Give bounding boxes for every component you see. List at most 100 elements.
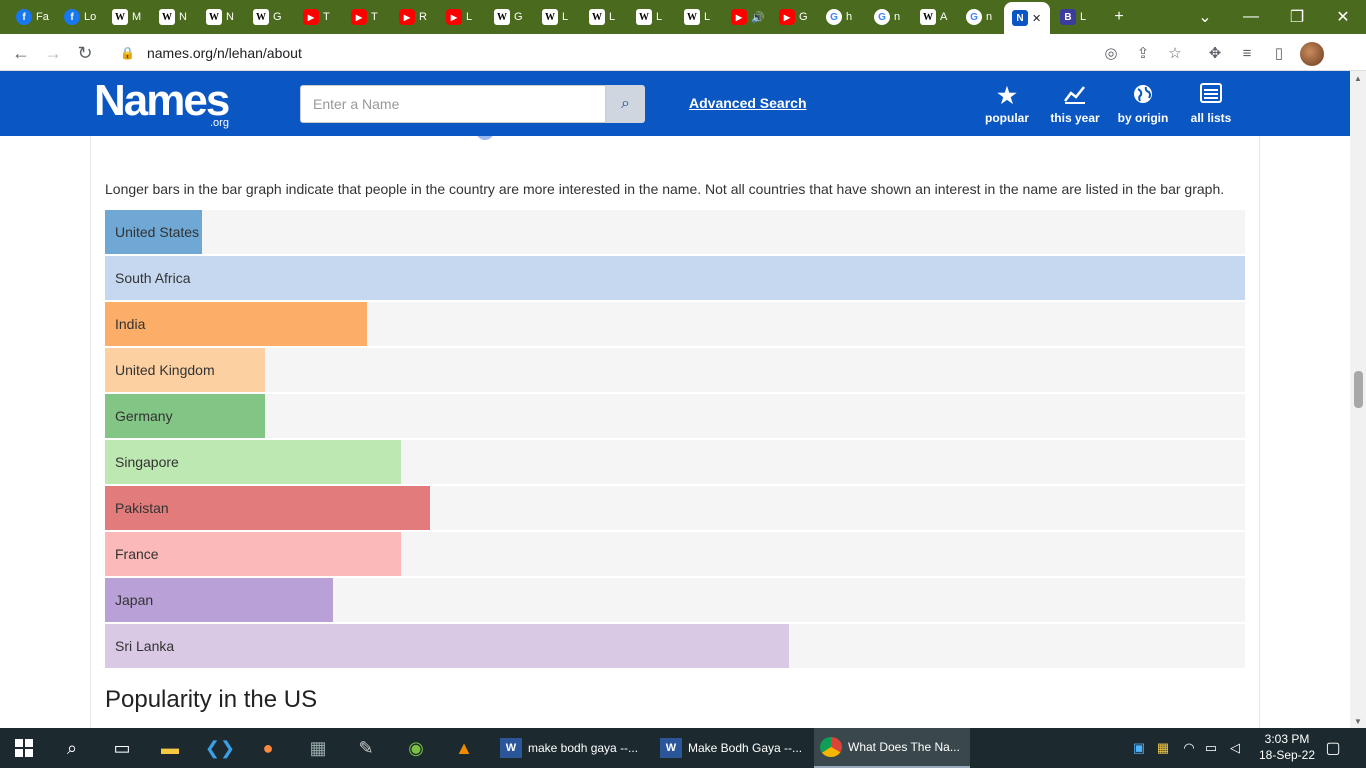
- taskbar-task-label: make bodh gaya --...: [528, 741, 639, 755]
- browser-tab[interactable]: WN: [198, 4, 244, 30]
- globe-icon: [1108, 83, 1178, 111]
- browser-tab[interactable]: WA: [912, 4, 958, 30]
- browser-tab[interactable]: WL: [581, 4, 627, 30]
- browser-tab[interactable]: f Lo: [56, 4, 102, 30]
- bar-label: Sri Lanka: [115, 638, 175, 654]
- tray-app-icon[interactable]: ▦: [1154, 738, 1172, 758]
- tray-app-icon[interactable]: ▣: [1130, 738, 1148, 758]
- names-logo[interactable]: Names: [94, 77, 230, 125]
- tab-title: T: [371, 11, 378, 23]
- wifi-icon[interactable]: ◠: [1180, 738, 1198, 758]
- browser-tab[interactable]: Gn: [866, 4, 912, 30]
- clock-date: 18-Sep-22: [1258, 748, 1316, 762]
- calculator-icon[interactable]: ▦: [298, 732, 338, 764]
- browser-tab[interactable]: BL: [1052, 4, 1098, 30]
- browser-tab[interactable]: N ✕: [1004, 2, 1050, 34]
- taskbar-task-label: Make Bodh Gaya --...: [688, 741, 803, 755]
- word-icon: W: [660, 738, 682, 758]
- share-icon[interactable]: ⇪: [1132, 42, 1154, 64]
- media-queue-icon[interactable]: ≡: [1236, 42, 1258, 64]
- name-search-input[interactable]: Enter a Name: [300, 85, 606, 123]
- bookmark-star-icon[interactable]: ☆: [1164, 42, 1186, 64]
- browser-tab[interactable]: Gn: [958, 4, 1004, 30]
- minimize-button[interactable]: —: [1228, 0, 1274, 34]
- utorrent-icon[interactable]: ◉: [396, 732, 436, 764]
- browser-tab[interactable]: WL: [628, 4, 674, 30]
- bar-row: Japan: [105, 578, 1245, 622]
- volume-icon[interactable]: ◁: [1226, 738, 1244, 758]
- browser-tab[interactable]: WM: [104, 4, 150, 30]
- forward-icon[interactable]: →: [40, 40, 66, 66]
- page-scrollbar[interactable]: ▲ ▼: [1350, 71, 1366, 728]
- chart-description: Longer bars in the bar graph indicate th…: [105, 181, 1225, 197]
- bar-label: South Africa: [115, 270, 191, 286]
- extensions-icon[interactable]: ✥: [1204, 42, 1226, 64]
- windows-start-icon[interactable]: [4, 732, 44, 764]
- restore-button[interactable]: ❐: [1274, 0, 1320, 34]
- address-bar[interactable]: 🔒 names.org/n/lehan/about: [108, 38, 1198, 67]
- close-window-button[interactable]: ✕: [1320, 0, 1366, 34]
- browser-tab[interactable]: WG: [245, 4, 291, 30]
- eye-off-icon[interactable]: ◎: [1100, 42, 1122, 64]
- youtube-icon: ▶: [446, 9, 462, 25]
- tab-title: n: [894, 11, 901, 23]
- nav-this-year[interactable]: this year: [1040, 83, 1110, 125]
- nav-popular-label: popular: [985, 111, 1029, 125]
- bar-row: Germany: [105, 394, 1245, 438]
- new-tab-button[interactable]: +: [1096, 0, 1142, 34]
- reload-icon[interactable]: ↻: [72, 40, 98, 66]
- tab-title: G: [273, 11, 282, 23]
- vscode-icon[interactable]: ❮❯: [200, 732, 240, 764]
- nav-all-lists-label: all lists: [1190, 111, 1232, 125]
- app-icon[interactable]: ▭: [102, 732, 142, 764]
- url-text[interactable]: names.org/n/lehan/about: [147, 45, 302, 61]
- browser-tab[interactable]: WN: [151, 4, 197, 30]
- scroll-thumb[interactable]: [1354, 371, 1363, 408]
- site-header: Names .org Enter a Name ⌕ Advanced Searc…: [0, 71, 1350, 136]
- browser-tab[interactable]: f Fa: [8, 4, 54, 30]
- profile-avatar[interactable]: [1300, 42, 1324, 66]
- search-icon[interactable]: ⌕: [52, 732, 92, 764]
- wikipedia-icon: W: [112, 9, 128, 25]
- battery-icon[interactable]: ▭: [1202, 738, 1220, 758]
- browser-tab[interactable]: WG: [486, 4, 532, 30]
- tab-title: L: [466, 11, 473, 23]
- browser-tab[interactable]: ▶ T: [343, 4, 389, 30]
- notification-icon[interactable]: ▢: [1324, 738, 1342, 758]
- nav-all-lists[interactable]: all lists: [1176, 83, 1246, 125]
- browser-tab[interactable]: ▶ T: [295, 4, 341, 30]
- bar-label: India: [115, 316, 146, 332]
- scroll-up-icon[interactable]: ▲: [1350, 71, 1366, 85]
- bar-row: France: [105, 532, 1245, 576]
- back-icon[interactable]: ←: [8, 40, 34, 66]
- tab-close-icon[interactable]: ✕: [1032, 12, 1041, 25]
- tab-search-button[interactable]: ⌄: [1182, 0, 1228, 34]
- taskbar-clock[interactable]: 3:03 PM 18-Sep-22: [1256, 731, 1318, 763]
- browser-tab[interactable]: WL: [676, 4, 722, 30]
- browser-tab[interactable]: ▶ G: [771, 4, 817, 30]
- tab-title: L: [1080, 11, 1087, 23]
- search-icon[interactable]: ⌕: [606, 85, 645, 123]
- firefox-icon[interactable]: ●: [248, 732, 288, 764]
- taskbar-word-2[interactable]: W Make Bodh Gaya --...: [654, 728, 810, 768]
- taskbar-chrome[interactable]: What Does The Na...: [814, 728, 970, 768]
- side-panel-icon[interactable]: ▯: [1268, 42, 1290, 64]
- scroll-down-icon[interactable]: ▼: [1350, 714, 1366, 728]
- nav-popular[interactable]: ★ popular: [972, 83, 1042, 125]
- file-explorer-icon[interactable]: ▬: [150, 732, 190, 764]
- decorative-circle: [476, 136, 494, 140]
- tab-title: N: [179, 11, 187, 23]
- nav-by-origin[interactable]: by origin: [1108, 83, 1178, 125]
- advanced-search-link[interactable]: Advanced Search: [689, 95, 807, 111]
- browser-tab[interactable]: Gh: [818, 4, 864, 30]
- vlc-icon[interactable]: ▲: [444, 732, 484, 764]
- browser-tab[interactable]: ▶ 🔊: [723, 4, 769, 30]
- paint-icon[interactable]: ✎: [346, 732, 386, 764]
- taskbar-word-1[interactable]: W make bodh gaya --...: [494, 728, 650, 768]
- names-logo-suffix: .org: [210, 117, 229, 129]
- tab-title: G: [514, 11, 523, 23]
- browser-tab[interactable]: ▶ L: [438, 4, 484, 30]
- browser-tab[interactable]: WL: [534, 4, 580, 30]
- browser-tab[interactable]: ▶ R: [391, 4, 437, 30]
- bar: [105, 624, 789, 668]
